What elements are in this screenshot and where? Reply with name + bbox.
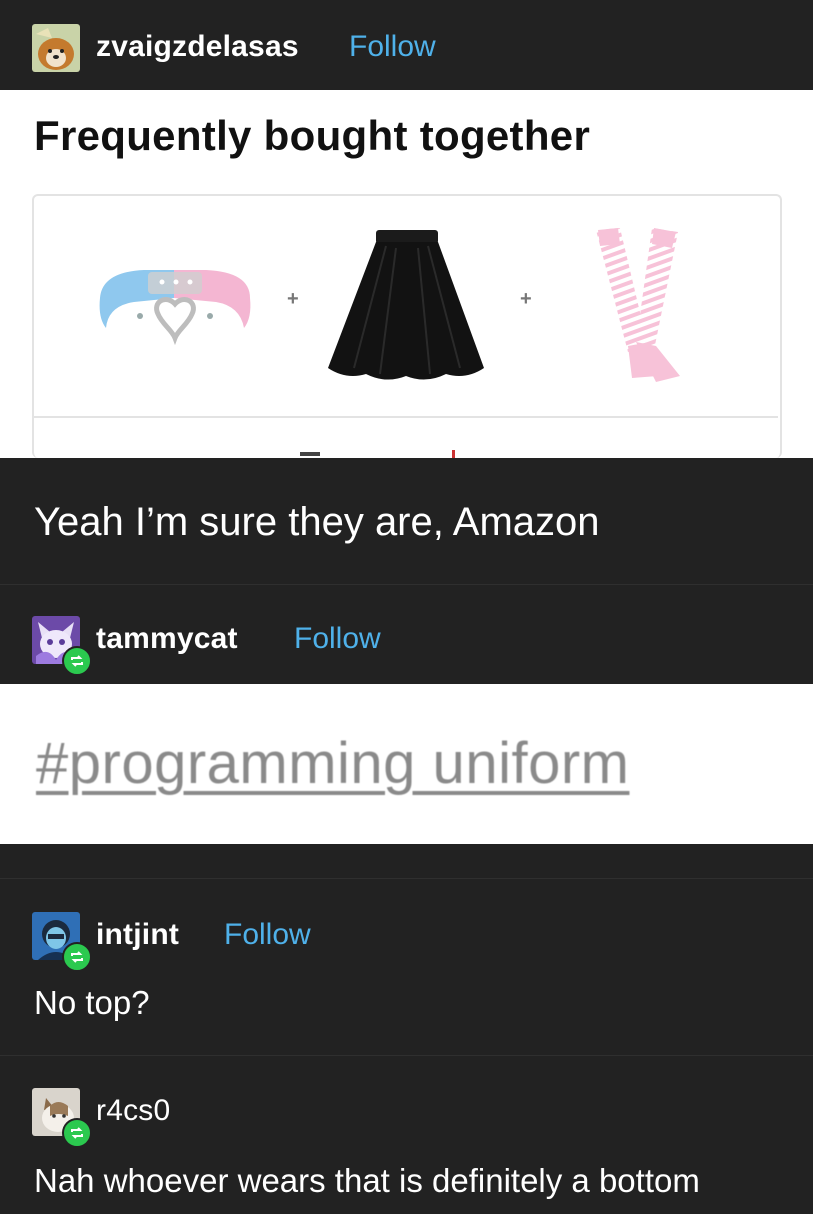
divider bbox=[34, 416, 778, 418]
reblog-icon bbox=[71, 1127, 83, 1139]
avatar[interactable] bbox=[32, 616, 92, 676]
reblog-badge bbox=[62, 646, 92, 676]
username[interactable]: zvaigzdelasas bbox=[96, 30, 299, 64]
hashtag-image: #programming uniform bbox=[0, 684, 813, 844]
arm-warmers-icon bbox=[596, 228, 680, 382]
username[interactable]: r4cs0 bbox=[96, 1094, 170, 1128]
username[interactable]: tammycat bbox=[96, 622, 238, 656]
divider bbox=[0, 878, 813, 879]
username[interactable]: intjint bbox=[96, 918, 179, 952]
follow-button[interactable]: Follow bbox=[294, 622, 381, 656]
choker-icon bbox=[99, 270, 251, 346]
post-header-zvaigzdelasas: zvaigzdelasas Follow bbox=[0, 18, 813, 78]
plus-sign: + bbox=[287, 288, 299, 310]
amazon-screenshot: Frequently bought together + + bbox=[0, 90, 813, 458]
reblog-icon bbox=[71, 951, 83, 963]
avatar[interactable] bbox=[32, 1088, 92, 1148]
avatar[interactable] bbox=[32, 24, 80, 72]
post-text: No top? bbox=[34, 984, 150, 1021]
cut-off-text bbox=[300, 452, 320, 456]
cut-off-price-mark bbox=[452, 450, 455, 458]
reblog-badge bbox=[62, 942, 92, 972]
post-header-tammycat: tammycat Follow bbox=[0, 610, 813, 676]
reblog-badge bbox=[62, 1118, 92, 1148]
frequently-bought-heading: Frequently bought together bbox=[34, 112, 591, 159]
divider bbox=[0, 1055, 813, 1056]
post-text: Yeah I’m sure they are, Amazon bbox=[34, 500, 600, 544]
hashtag-text: #programming uniform bbox=[36, 731, 630, 796]
follow-button[interactable]: Follow bbox=[224, 918, 311, 952]
reblog-icon bbox=[71, 655, 83, 667]
skirt-icon bbox=[328, 230, 484, 380]
post-header-intjint: intjint Follow bbox=[0, 906, 813, 972]
divider bbox=[0, 584, 813, 585]
plus-sign: + bbox=[520, 288, 532, 310]
post-text: Nah whoever wears that is definitely a b… bbox=[34, 1162, 700, 1199]
post-header-r4cs0: r4cs0 bbox=[0, 1082, 813, 1148]
dog-avatar-icon bbox=[32, 24, 80, 72]
follow-button[interactable]: Follow bbox=[349, 30, 436, 64]
avatar[interactable] bbox=[32, 912, 92, 972]
